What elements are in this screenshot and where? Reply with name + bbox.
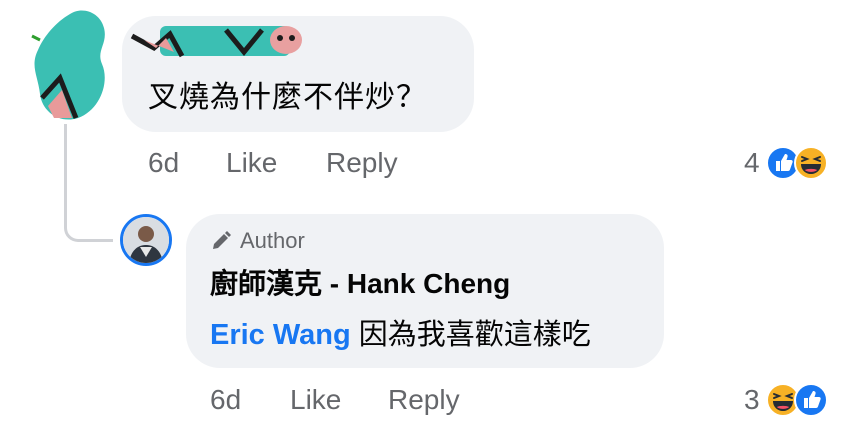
commenter-avatar[interactable] <box>30 6 110 122</box>
reply-body: 因為我喜歡這樣吃 <box>350 319 591 351</box>
comment-text: 叉燒為什麼不伴炒？ <box>148 81 427 114</box>
thread-connector <box>64 124 113 242</box>
reply-text: Eric Wang 因為我喜歡這樣吃 <box>210 314 591 356</box>
haha-icon <box>793 146 828 180</box>
author-badge-label: Author <box>240 228 305 253</box>
like-icon <box>793 383 828 417</box>
reaction-count: 4 <box>744 147 760 178</box>
reply-reaction-count: 3 <box>744 384 760 415</box>
author-photo <box>123 217 169 263</box>
reply-reply-button[interactable]: Reply <box>388 382 460 418</box>
reply-author-name[interactable]: 廚師漢克 - Hank Cheng <box>210 264 510 304</box>
mention-link[interactable]: Eric Wang <box>210 319 351 351</box>
reply-button[interactable]: Reply <box>326 145 398 181</box>
reply-reaction-summary[interactable]: 3 <box>744 382 828 418</box>
reaction-summary[interactable]: 4 <box>744 145 828 181</box>
comment-time[interactable]: 6d <box>148 145 179 181</box>
author-avatar[interactable] <box>120 214 172 266</box>
author-badge: Author <box>210 228 305 254</box>
redacted-name <box>130 26 302 58</box>
reply-time[interactable]: 6d <box>210 382 241 418</box>
like-button[interactable]: Like <box>226 145 277 181</box>
pencil-icon <box>213 231 231 249</box>
comment-thread: 叉燒為什麼不伴炒？ 6d Like Reply 4 Author 廚師漢克 - … <box>0 0 864 432</box>
reply-like-button[interactable]: Like <box>290 382 341 418</box>
